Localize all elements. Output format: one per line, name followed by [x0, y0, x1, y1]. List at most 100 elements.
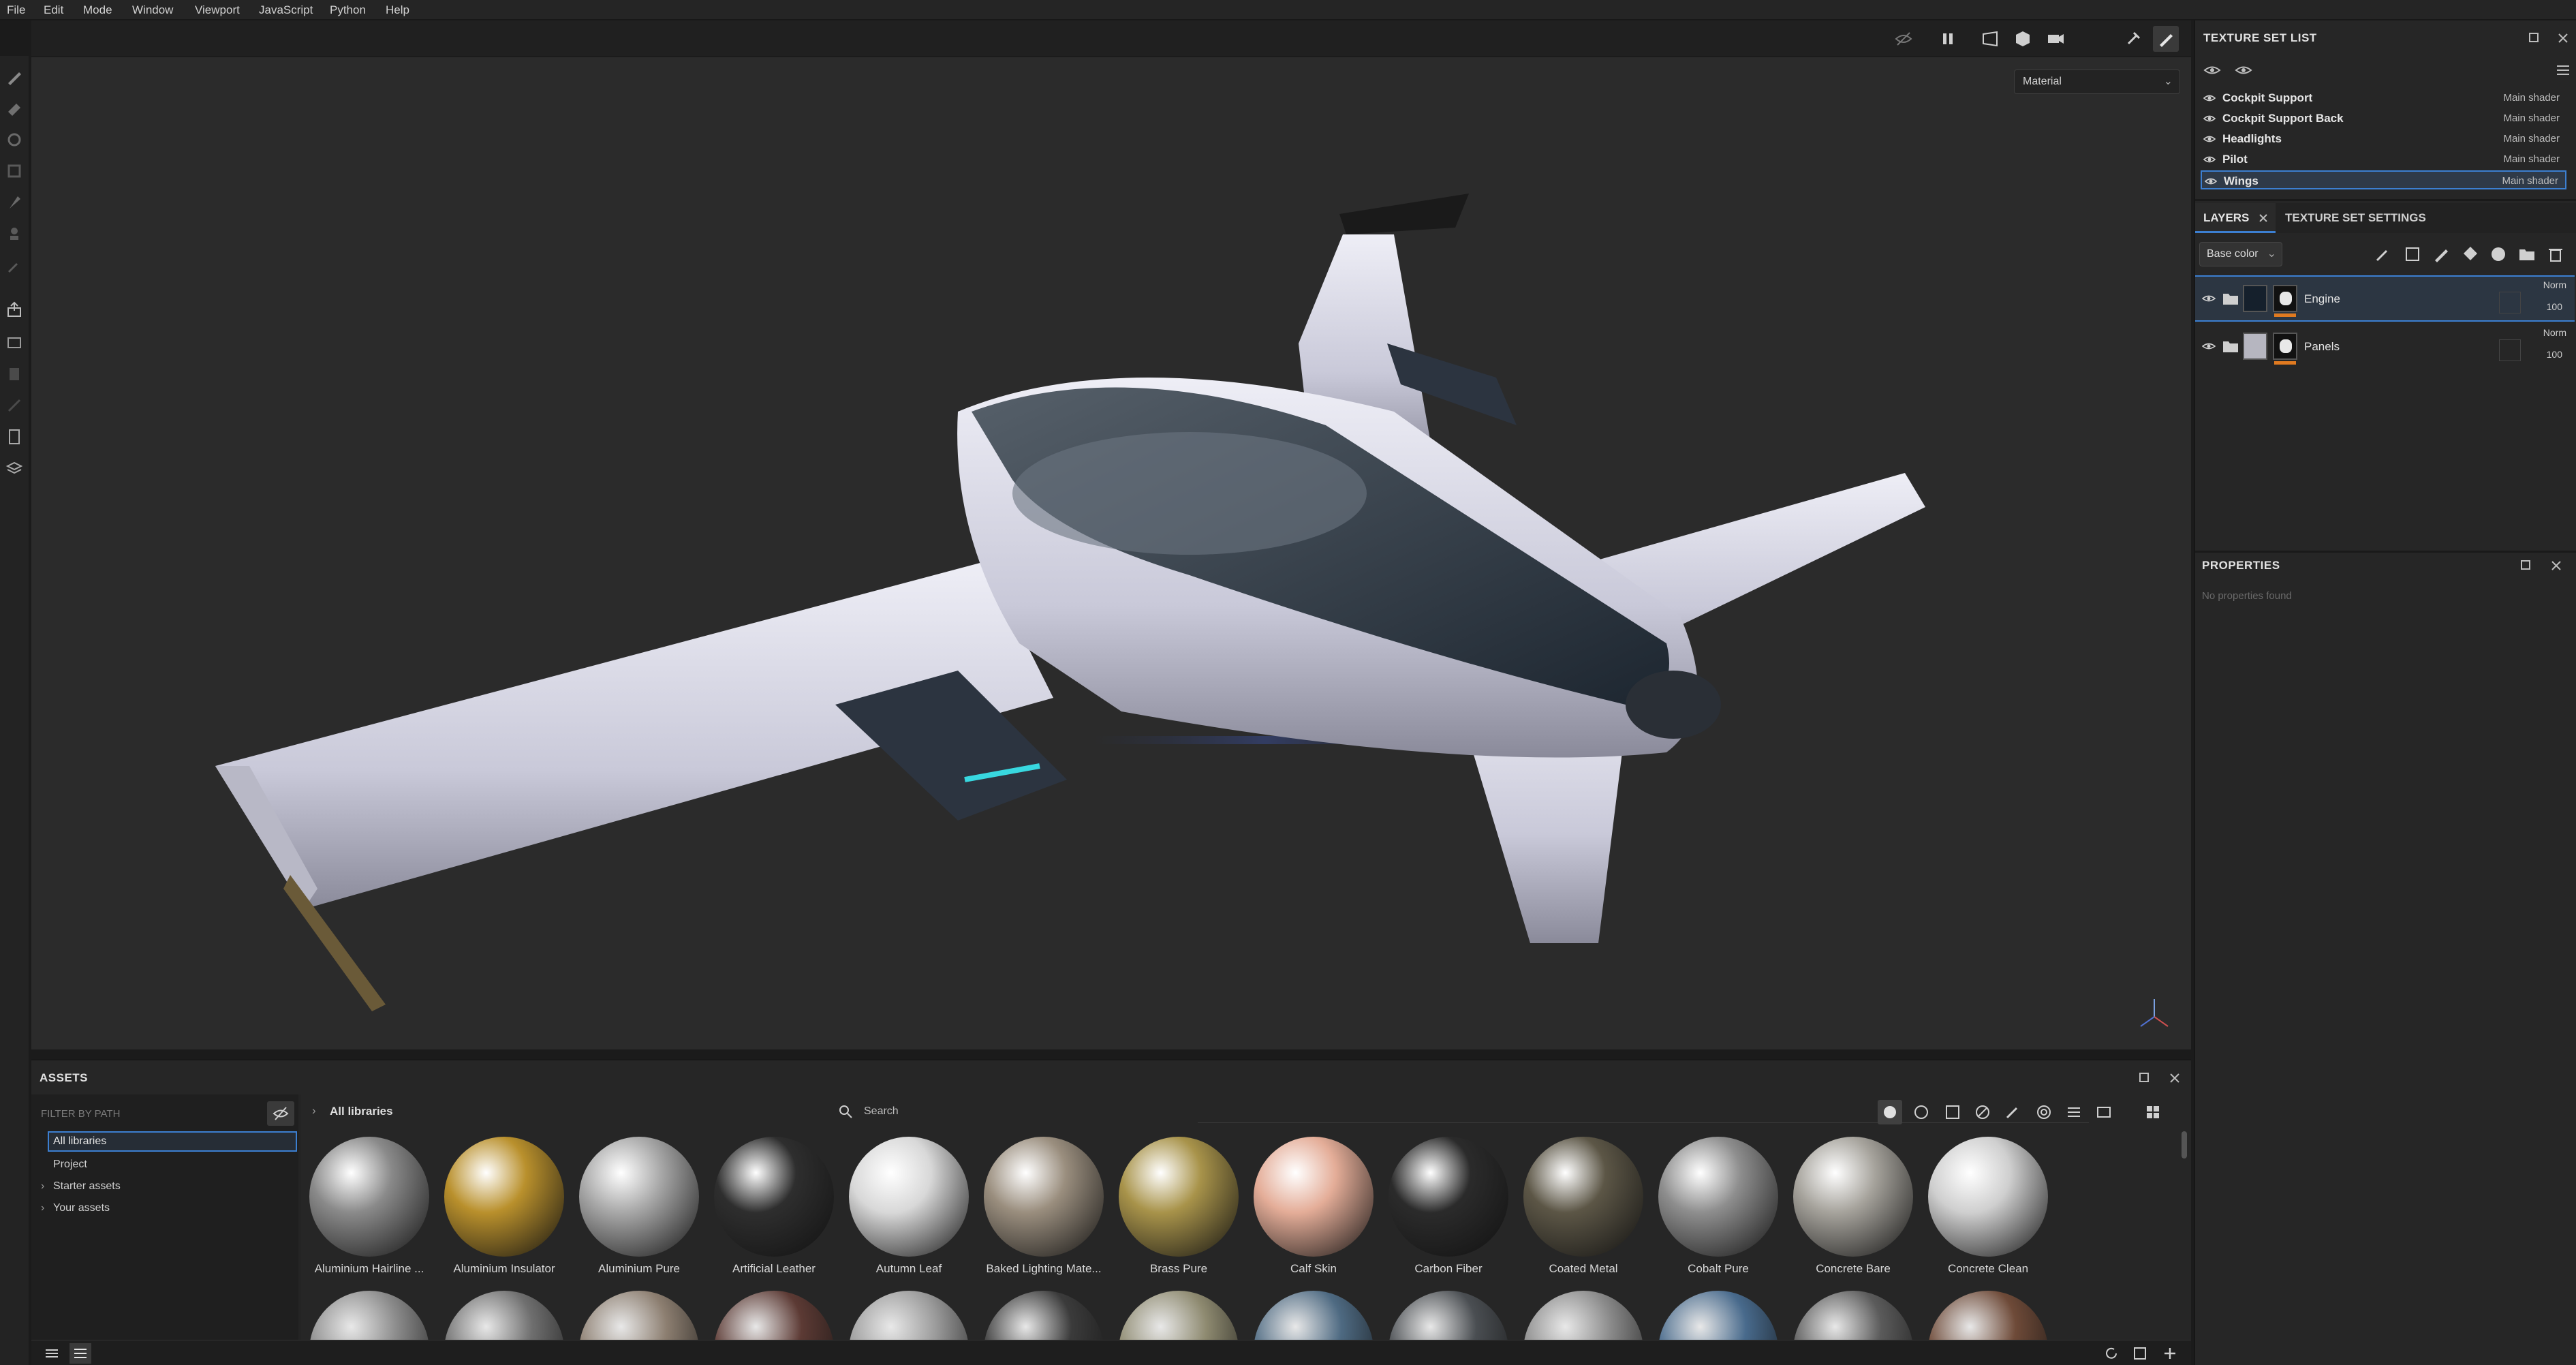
- search-input[interactable]: Search: [864, 1105, 899, 1118]
- asset-tile[interactable]: Aluminium Pure: [574, 1137, 704, 1280]
- details-view-button[interactable]: [69, 1343, 91, 1364]
- refresh-icon[interactable]: [2104, 1346, 2119, 1361]
- add-icon[interactable]: [2162, 1346, 2177, 1361]
- smudge-icon[interactable]: [4, 192, 25, 213]
- polygon-fill-icon[interactable]: [4, 161, 25, 181]
- tree-item-starter-assets[interactable]: Starter assets: [53, 1180, 121, 1193]
- texture-set-row[interactable]: Headlights Main shader: [2201, 129, 2566, 149]
- new-window-icon[interactable]: [2132, 1346, 2147, 1361]
- export-icon[interactable]: [4, 333, 25, 353]
- list-view-icon[interactable]: [44, 1346, 60, 1361]
- chevron-right-icon[interactable]: ›: [41, 1180, 44, 1193]
- menu-python[interactable]: Python: [330, 0, 366, 20]
- tree-item-all-libraries[interactable]: All libraries: [48, 1131, 297, 1152]
- alpha-filter-icon[interactable]: [2036, 1104, 2052, 1120]
- environment-filter-icon[interactable]: [2096, 1104, 2112, 1120]
- eye-icon[interactable]: [2203, 113, 2216, 124]
- material-preview[interactable]: [444, 1291, 564, 1345]
- smart-material-icon[interactable]: [2402, 244, 2423, 264]
- trash-icon[interactable]: [2545, 244, 2566, 264]
- material-preview[interactable]: [1793, 1291, 1913, 1345]
- menu-lines-icon[interactable]: [2555, 63, 2571, 78]
- float-panel-icon[interactable]: [2519, 559, 2533, 572]
- hide-all-icon[interactable]: [2203, 63, 2221, 78]
- display-settings-icon[interactable]: [4, 364, 25, 384]
- chevron-right-icon[interactable]: ›: [312, 1104, 316, 1118]
- scrollbar[interactable]: [2182, 1131, 2187, 1159]
- eye-icon[interactable]: [2202, 341, 2216, 352]
- layer-checkbox[interactable]: [2499, 292, 2521, 313]
- material-preview[interactable]: [1119, 1291, 1239, 1345]
- texture-set-row[interactable]: Cockpit Support Back Main shader: [2201, 109, 2566, 128]
- close-icon[interactable]: [2258, 213, 2269, 224]
- hide-icon[interactable]: [1893, 29, 1914, 49]
- cube-icon[interactable]: [2013, 29, 2033, 49]
- menu-mode[interactable]: Mode: [83, 0, 112, 20]
- asset-tile[interactable]: Concrete Clean: [1923, 1137, 2053, 1280]
- asset-tile[interactable]: Coated Metal: [1518, 1137, 1649, 1280]
- tree-item-project[interactable]: Project: [53, 1159, 87, 1171]
- magic-wand-icon[interactable]: [2373, 244, 2393, 264]
- texture-set-shader[interactable]: Main shader: [2503, 92, 2560, 104]
- asset-tile[interactable]: Carbon Fiber: [1383, 1137, 1514, 1280]
- menu-javascript[interactable]: JavaScript: [259, 0, 313, 20]
- clone-stamp-icon[interactable]: [4, 224, 25, 244]
- smart-material-filter-icon[interactable]: [1913, 1104, 1929, 1120]
- menu-help[interactable]: Help: [386, 0, 409, 20]
- pause-icon[interactable]: [1938, 29, 1958, 49]
- procedural-filter-icon[interactable]: [1974, 1104, 1991, 1120]
- material-preview[interactable]: [849, 1291, 969, 1345]
- eye-icon[interactable]: [2203, 93, 2216, 104]
- layer-row-panels[interactable]: Panels Norm 100: [2195, 324, 2575, 371]
- asset-tile[interactable]: Brass Pure: [1113, 1137, 1244, 1280]
- close-icon[interactable]: [2549, 559, 2563, 572]
- paint-mode-toggle[interactable]: [2153, 26, 2179, 52]
- tab-layers[interactable]: LAYERS: [2195, 203, 2276, 233]
- eye-icon[interactable]: [2203, 154, 2216, 165]
- bake-icon[interactable]: [4, 300, 25, 320]
- menu-file[interactable]: File: [7, 0, 25, 20]
- filter-materials-button[interactable]: [1878, 1100, 1902, 1124]
- eye-icon[interactable]: [2203, 134, 2216, 144]
- eye-icon[interactable]: [2205, 176, 2217, 187]
- asset-tile[interactable]: Cobalt Pure: [1653, 1137, 1784, 1280]
- layer-opacity[interactable]: 100: [2547, 301, 2562, 312]
- material-preview[interactable]: [1254, 1291, 1374, 1345]
- document-icon[interactable]: [4, 427, 25, 447]
- channel-select[interactable]: Base color ⌄: [2199, 242, 2282, 266]
- eraser-icon[interactable]: [4, 98, 25, 119]
- chevron-right-icon[interactable]: ›: [41, 1202, 44, 1214]
- fill-layer-icon[interactable]: [2459, 244, 2480, 264]
- folder-icon[interactable]: [2517, 244, 2537, 264]
- blend-mode[interactable]: Norm: [2543, 279, 2566, 290]
- menu-window[interactable]: Window: [132, 0, 173, 20]
- texture-set-row[interactable]: Cockpit Support Main shader: [2201, 89, 2566, 108]
- material-preview[interactable]: [714, 1291, 834, 1345]
- eye-icon[interactable]: [2202, 293, 2216, 304]
- brush-filter-icon[interactable]: [2004, 1104, 2021, 1120]
- camera-icon[interactable]: [2045, 29, 2066, 49]
- tools-icon[interactable]: [2123, 29, 2143, 49]
- close-icon[interactable]: [2556, 31, 2570, 45]
- material-preview[interactable]: [1658, 1291, 1778, 1345]
- float-panel-icon[interactable]: [2528, 31, 2541, 45]
- layer-checkbox[interactable]: [2499, 339, 2521, 361]
- close-icon[interactable]: [2168, 1071, 2182, 1085]
- perspective-icon[interactable]: [1980, 29, 2000, 49]
- 3d-viewport[interactable]: [31, 57, 2191, 1049]
- texture-set-shader[interactable]: Main shader: [2503, 112, 2560, 124]
- menu-viewport[interactable]: Viewport: [195, 0, 240, 20]
- texture-filter-icon[interactable]: [1944, 1104, 1961, 1120]
- tree-item-your-assets[interactable]: Your assets: [53, 1202, 110, 1214]
- filter-visibility-button[interactable]: [267, 1101, 294, 1126]
- filter-by-path-input[interactable]: FILTER BY PATH: [41, 1108, 120, 1120]
- material-preview[interactable]: [1388, 1291, 1508, 1345]
- layer-row-engine[interactable]: Engine Norm 100: [2195, 275, 2575, 322]
- float-panel-icon[interactable]: [2138, 1071, 2152, 1085]
- asset-tile[interactable]: Artificial Leather: [709, 1137, 839, 1280]
- texture-set-shader[interactable]: Main shader: [2503, 133, 2560, 144]
- asset-tile[interactable]: Concrete Bare: [1788, 1137, 1919, 1280]
- mask-icon[interactable]: [2488, 244, 2509, 264]
- paint-brush-icon[interactable]: [4, 67, 25, 87]
- breadcrumb[interactable]: All libraries: [330, 1105, 393, 1118]
